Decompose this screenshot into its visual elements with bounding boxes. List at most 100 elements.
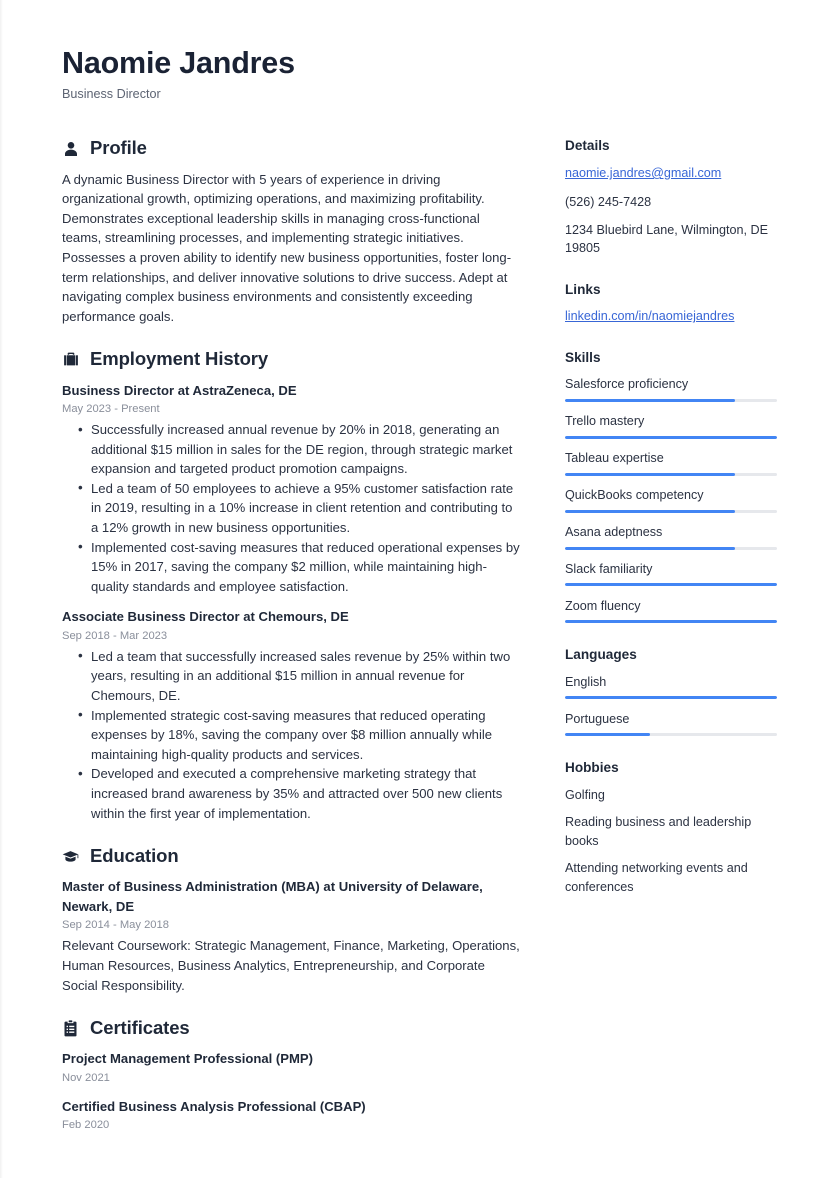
skill-item: Salesforce proficiency bbox=[565, 375, 777, 402]
language-label: Portuguese bbox=[565, 711, 630, 726]
employment-entry-bullets: Led a team that successfully increased s… bbox=[62, 646, 522, 823]
skill-level-fill bbox=[565, 583, 777, 587]
certificate-entry-date: Nov 2021 bbox=[62, 1071, 110, 1084]
certificates-header: Certificates bbox=[62, 1017, 522, 1039]
skill-item: Trello mastery bbox=[565, 412, 777, 439]
graduation-cap-icon bbox=[62, 848, 79, 865]
education-title: Education bbox=[90, 845, 179, 867]
main-column: Profile A dynamic Business Director with… bbox=[62, 137, 522, 1155]
skill-label: Salesforce proficiency bbox=[565, 377, 689, 392]
sidebar-section-details: Details naomie.jandres@gmail.com (526) 2… bbox=[565, 137, 777, 257]
profile-text: A dynamic Business Director with 5 years… bbox=[62, 171, 512, 324]
skill-level-track bbox=[565, 509, 777, 513]
profile-header: Profile bbox=[62, 137, 522, 159]
employment-entry-bullets: Successfully increased annual revenue by… bbox=[62, 420, 522, 596]
resume-header: Naomie Jandres Business Director bbox=[0, 0, 833, 102]
skill-level-fill bbox=[565, 435, 777, 439]
details-title: Details bbox=[565, 138, 610, 154]
links-title: Links bbox=[565, 281, 601, 297]
hobby-item: Reading business and leadership books bbox=[565, 815, 752, 848]
employment-entry: Business Director at AstraZeneca, DE May… bbox=[62, 381, 522, 597]
candidate-job-title: Business Director bbox=[62, 87, 161, 102]
skill-label: Asana adeptness bbox=[565, 525, 663, 540]
certificate-clipboard-icon bbox=[62, 1020, 79, 1037]
email-link[interactable]: naomie.jandres@gmail.com bbox=[565, 164, 777, 182]
bullet-item: Successfully increased annual revenue by… bbox=[62, 420, 522, 479]
bullet-item: Led a team that successfully increased s… bbox=[62, 646, 522, 706]
language-item: English bbox=[565, 673, 777, 700]
section-profile: Profile A dynamic Business Director with… bbox=[62, 137, 522, 326]
resume-body: Profile A dynamic Business Director with… bbox=[0, 137, 833, 1155]
skill-label: Tableau expertise bbox=[565, 451, 664, 466]
skill-item: Tableau expertise bbox=[565, 449, 777, 476]
bullet-item: Developed and executed a comprehensive m… bbox=[62, 764, 522, 823]
briefcase-icon bbox=[62, 351, 79, 368]
hobby-item: Attending networking events and conferen… bbox=[565, 861, 748, 894]
skill-level-track bbox=[565, 620, 777, 624]
skill-level-fill bbox=[565, 546, 735, 550]
skill-level-fill bbox=[565, 398, 735, 402]
employment-header: Employment History bbox=[62, 348, 522, 370]
certificates-title: Certificates bbox=[90, 1017, 190, 1039]
language-level-fill bbox=[565, 733, 650, 737]
sidebar-section-skills: Skills Salesforce proficiency Trello mas… bbox=[565, 349, 777, 624]
languages-title: Languages bbox=[565, 647, 637, 663]
skill-level-track bbox=[565, 583, 777, 587]
resume-page: Naomie Jandres Business Director Profile… bbox=[0, 0, 833, 1178]
skill-level-track bbox=[565, 435, 777, 439]
education-entry: Master of Business Administration (MBA) … bbox=[62, 877, 522, 995]
employment-entry: Associate Business Director at Chemours,… bbox=[62, 607, 522, 823]
section-employment-history: Employment History Business Director at … bbox=[62, 348, 522, 823]
skill-item: QuickBooks competency bbox=[565, 486, 777, 513]
skill-label: Slack familiarity bbox=[565, 562, 653, 576]
skill-label: Trello mastery bbox=[565, 414, 645, 429]
skills-title: Skills bbox=[565, 349, 601, 365]
skill-label: QuickBooks competency bbox=[565, 488, 704, 503]
section-certificates: Certificates Project Management Professi… bbox=[62, 1017, 522, 1133]
employment-entry-title: Business Director at AstraZeneca, DE bbox=[62, 382, 297, 398]
certificate-entry-date: Feb 2020 bbox=[62, 1119, 110, 1132]
address-text: 1234 Bluebird Lane, Wilmington, DE 19805 bbox=[565, 222, 769, 256]
section-education: Education Master of Business Administrat… bbox=[62, 845, 522, 995]
candidate-name: Naomie Jandres bbox=[62, 46, 295, 80]
skill-level-track bbox=[565, 546, 777, 550]
certificate-entry-title: Project Management Professional (PMP) bbox=[62, 1051, 314, 1067]
bullet-item: Implemented cost-saving measures that re… bbox=[62, 537, 522, 597]
skill-level-fill bbox=[565, 472, 735, 476]
skill-item: Slack familiarity bbox=[565, 560, 777, 587]
language-item: Portuguese bbox=[565, 710, 777, 737]
education-entry-description: Relevant Coursework: Strategic Managemen… bbox=[62, 938, 520, 993]
skill-item: Zoom fluency bbox=[565, 597, 777, 624]
sidebar-section-links: Links linkedin.com/in/naomiejandres bbox=[565, 281, 777, 326]
profile-title: Profile bbox=[90, 137, 147, 159]
language-level-fill bbox=[565, 696, 777, 700]
employment-entry-date: Sep 2018 - Mar 2023 bbox=[62, 629, 168, 642]
sidebar-column: Details naomie.jandres@gmail.com (526) 2… bbox=[565, 137, 777, 919]
user-icon bbox=[62, 140, 79, 157]
language-level-track bbox=[565, 696, 777, 700]
linkedin-link[interactable]: linkedin.com/in/naomiejandres bbox=[565, 307, 777, 325]
bullet-item: Implemented strategic cost-saving measur… bbox=[62, 705, 522, 765]
language-level-track bbox=[565, 733, 777, 737]
certificate-entry-title: Certified Business Analysis Professional… bbox=[62, 1098, 366, 1114]
hobbies-title: Hobbies bbox=[565, 760, 619, 776]
phone-text: (526) 245-7428 bbox=[565, 194, 652, 209]
sidebar-section-hobbies: Hobbies Golfing Reading business and lea… bbox=[565, 759, 777, 896]
skill-level-track bbox=[565, 398, 777, 402]
skill-level-track bbox=[565, 472, 777, 476]
education-entry-title: Master of Business Administration (MBA) … bbox=[62, 879, 483, 914]
certificate-entry: Project Management Professional (PMP) No… bbox=[62, 1049, 522, 1086]
bullet-item: Led a team of 50 employees to achieve a … bbox=[62, 478, 522, 538]
certificate-entry: Certified Business Analysis Professional… bbox=[62, 1097, 522, 1134]
education-entry-date: Sep 2014 - May 2018 bbox=[62, 919, 169, 932]
skill-level-fill bbox=[565, 620, 777, 624]
employment-entry-date: May 2023 - Present bbox=[62, 403, 160, 416]
education-header: Education bbox=[62, 845, 522, 867]
employment-entry-title: Associate Business Director at Chemours,… bbox=[62, 609, 349, 625]
skill-item: Asana adeptness bbox=[565, 523, 777, 550]
employment-title: Employment History bbox=[90, 348, 269, 370]
skill-level-fill bbox=[565, 509, 735, 513]
skill-label: Zoom fluency bbox=[565, 598, 641, 613]
hobby-item: Golfing bbox=[565, 787, 605, 802]
sidebar-section-languages: Languages English Portuguese bbox=[565, 646, 777, 737]
